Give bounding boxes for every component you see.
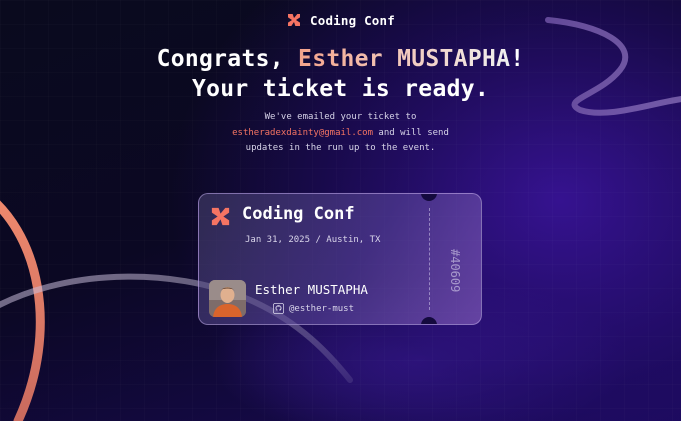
- avatar: [209, 280, 246, 317]
- confirmation-message: We've emailed your ticket to estheradexd…: [0, 110, 681, 157]
- coding-conf-logo-icon: [288, 14, 300, 26]
- greeting-punct: !: [510, 46, 525, 72]
- ticket-perforation: [429, 208, 430, 310]
- github-handle-row: @esther-must: [273, 303, 354, 314]
- attendee-name: Esther MUSTAPHA: [255, 282, 368, 297]
- ticket-logo-icon: [211, 207, 230, 226]
- ticket-event-name: Coding Conf: [242, 204, 355, 224]
- message-line-2: and will send: [373, 127, 449, 138]
- ticket-number: #40609: [448, 249, 462, 293]
- brand-name: Coding Conf: [310, 12, 395, 28]
- ticket-date-location: Jan 31, 2025 / Austin, TX: [245, 235, 381, 245]
- orange-arc: [0, 200, 45, 421]
- ticket-notch-top: [421, 194, 437, 201]
- greeting-text: Congrats,: [156, 46, 299, 72]
- github-icon: [273, 303, 284, 314]
- title-line-2: Your ticket is ready.: [191, 76, 490, 102]
- attendee-name-highlight: Esther MUSTAPHA: [298, 46, 511, 72]
- github-handle: @esther-must: [289, 303, 355, 314]
- conference-ticket: Coding Conf Jan 31, 2025 / Austin, TX #4…: [198, 193, 482, 325]
- page-title: Congrats, Esther MUSTAPHA! Your ticket i…: [0, 44, 681, 104]
- email-address: estheradexdainty@gmail.com: [232, 127, 374, 138]
- message-line-1: We've emailed your ticket to: [264, 112, 417, 122]
- brand-header: Coding Conf: [0, 12, 681, 28]
- message-line-3: updates in the run up to the event.: [245, 143, 436, 153]
- avatar-image: [209, 280, 246, 317]
- ticket-notch-bottom: [421, 317, 437, 324]
